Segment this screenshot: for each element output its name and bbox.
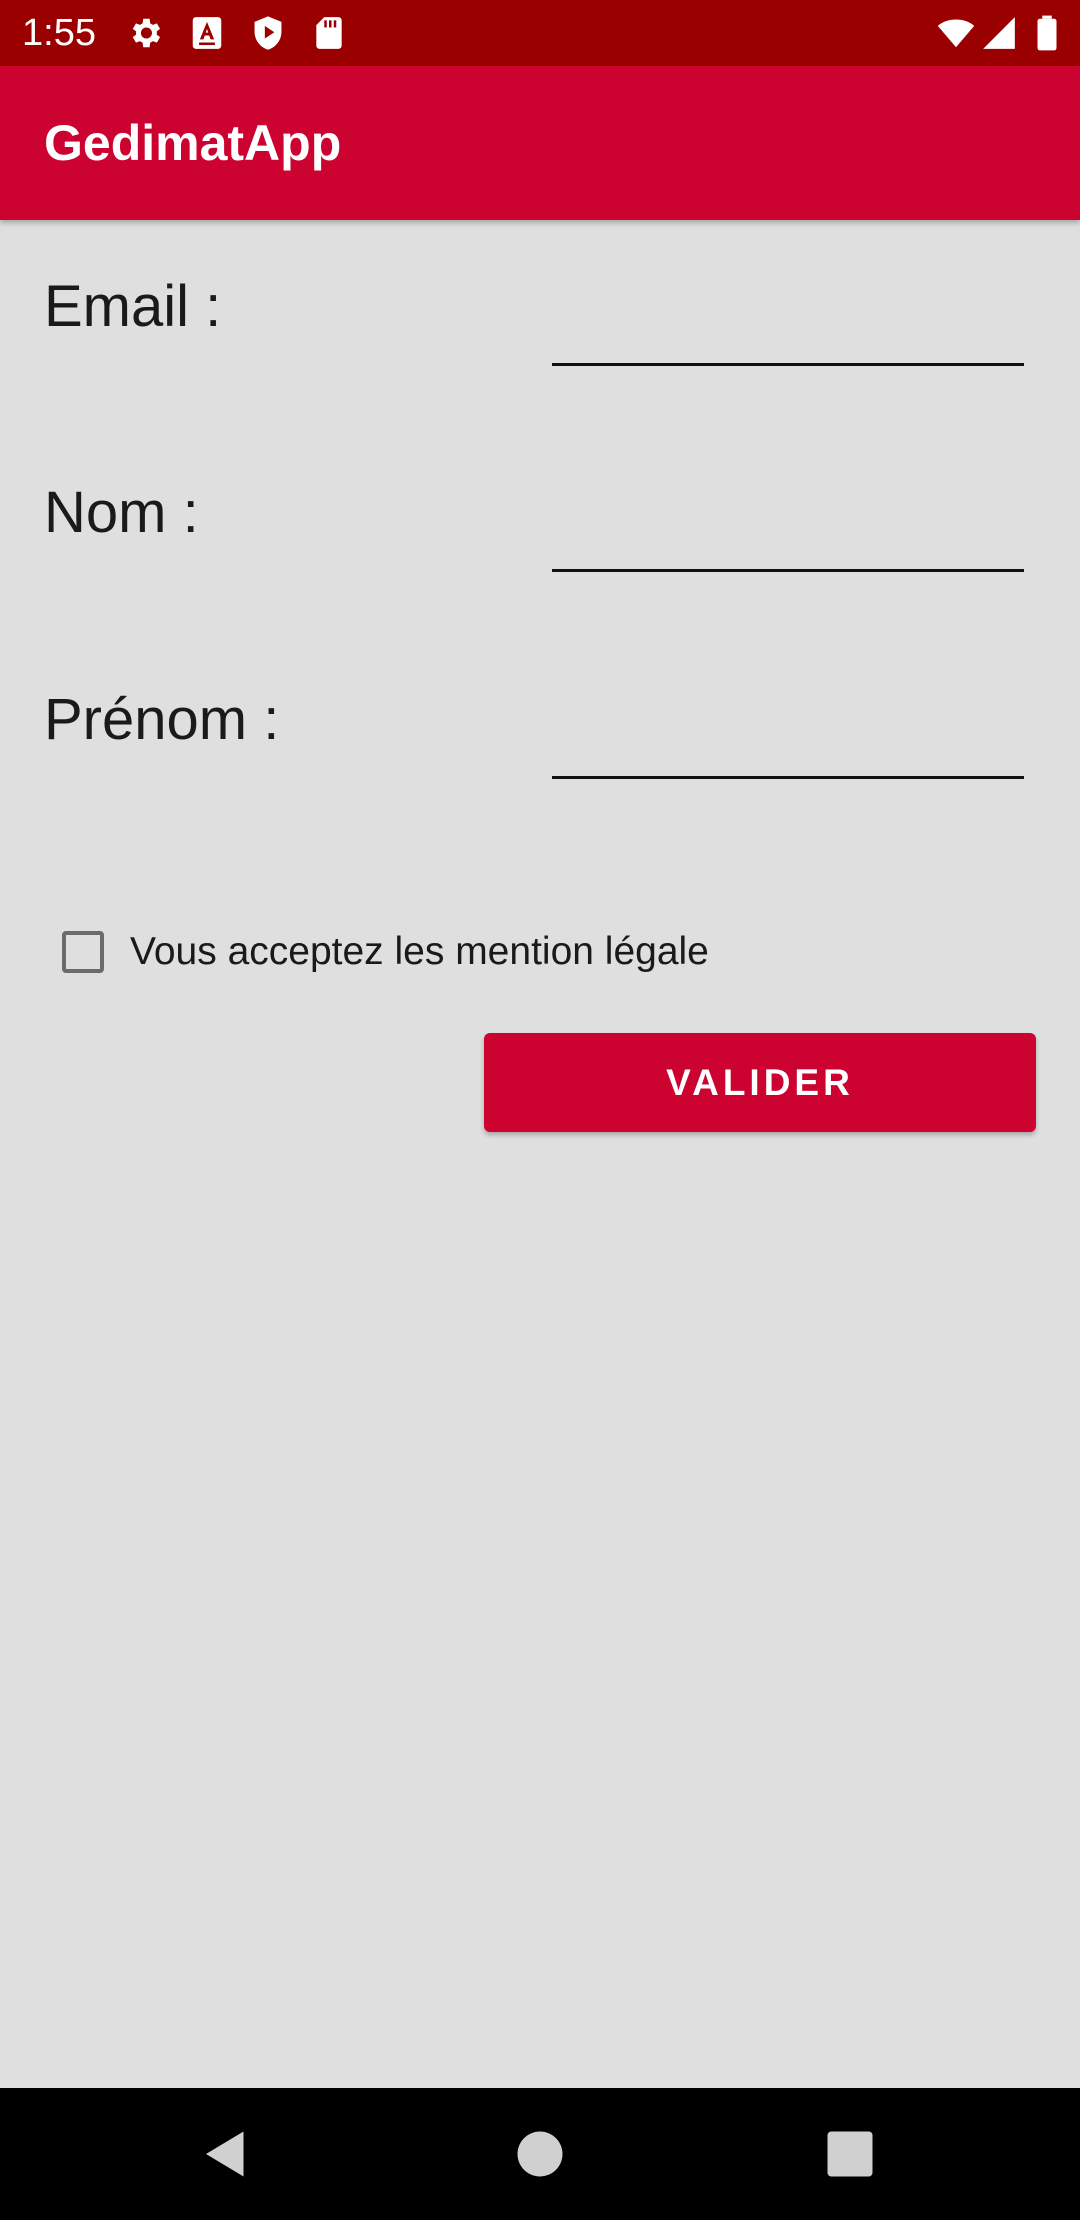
app-bar: GedimatApp <box>0 66 1080 220</box>
terms-checkbox-row[interactable]: Vous acceptez les mention légale <box>62 924 709 980</box>
nom-label: Nom : <box>44 480 199 545</box>
prenom-label: Prénom : <box>44 687 280 752</box>
prenom-field[interactable] <box>552 709 1024 779</box>
email-label: Email : <box>44 274 222 339</box>
status-bar: 1:55 <box>0 0 1080 66</box>
back-icon[interactable] <box>196 2124 256 2184</box>
navigation-bar <box>0 2088 1080 2220</box>
terms-checkbox[interactable] <box>62 931 104 973</box>
wifi-icon <box>937 19 975 48</box>
status-time: 1:55 <box>22 12 96 54</box>
shield-play-icon <box>254 16 282 50</box>
recents-icon[interactable] <box>820 2124 880 2184</box>
gear-icon <box>132 18 161 48</box>
email-field[interactable] <box>552 296 1024 366</box>
nom-field[interactable] <box>552 502 1024 572</box>
terms-label[interactable]: Vous acceptez les mention légale <box>130 930 709 974</box>
battery-icon <box>1037 15 1057 51</box>
app-title: GedimatApp <box>44 115 342 171</box>
cell-signal-icon <box>983 17 1015 49</box>
font-a-icon <box>192 17 222 49</box>
validate-button[interactable]: VALIDER <box>484 1033 1036 1132</box>
home-icon[interactable] <box>510 2124 570 2184</box>
sd-card-icon <box>316 17 342 49</box>
